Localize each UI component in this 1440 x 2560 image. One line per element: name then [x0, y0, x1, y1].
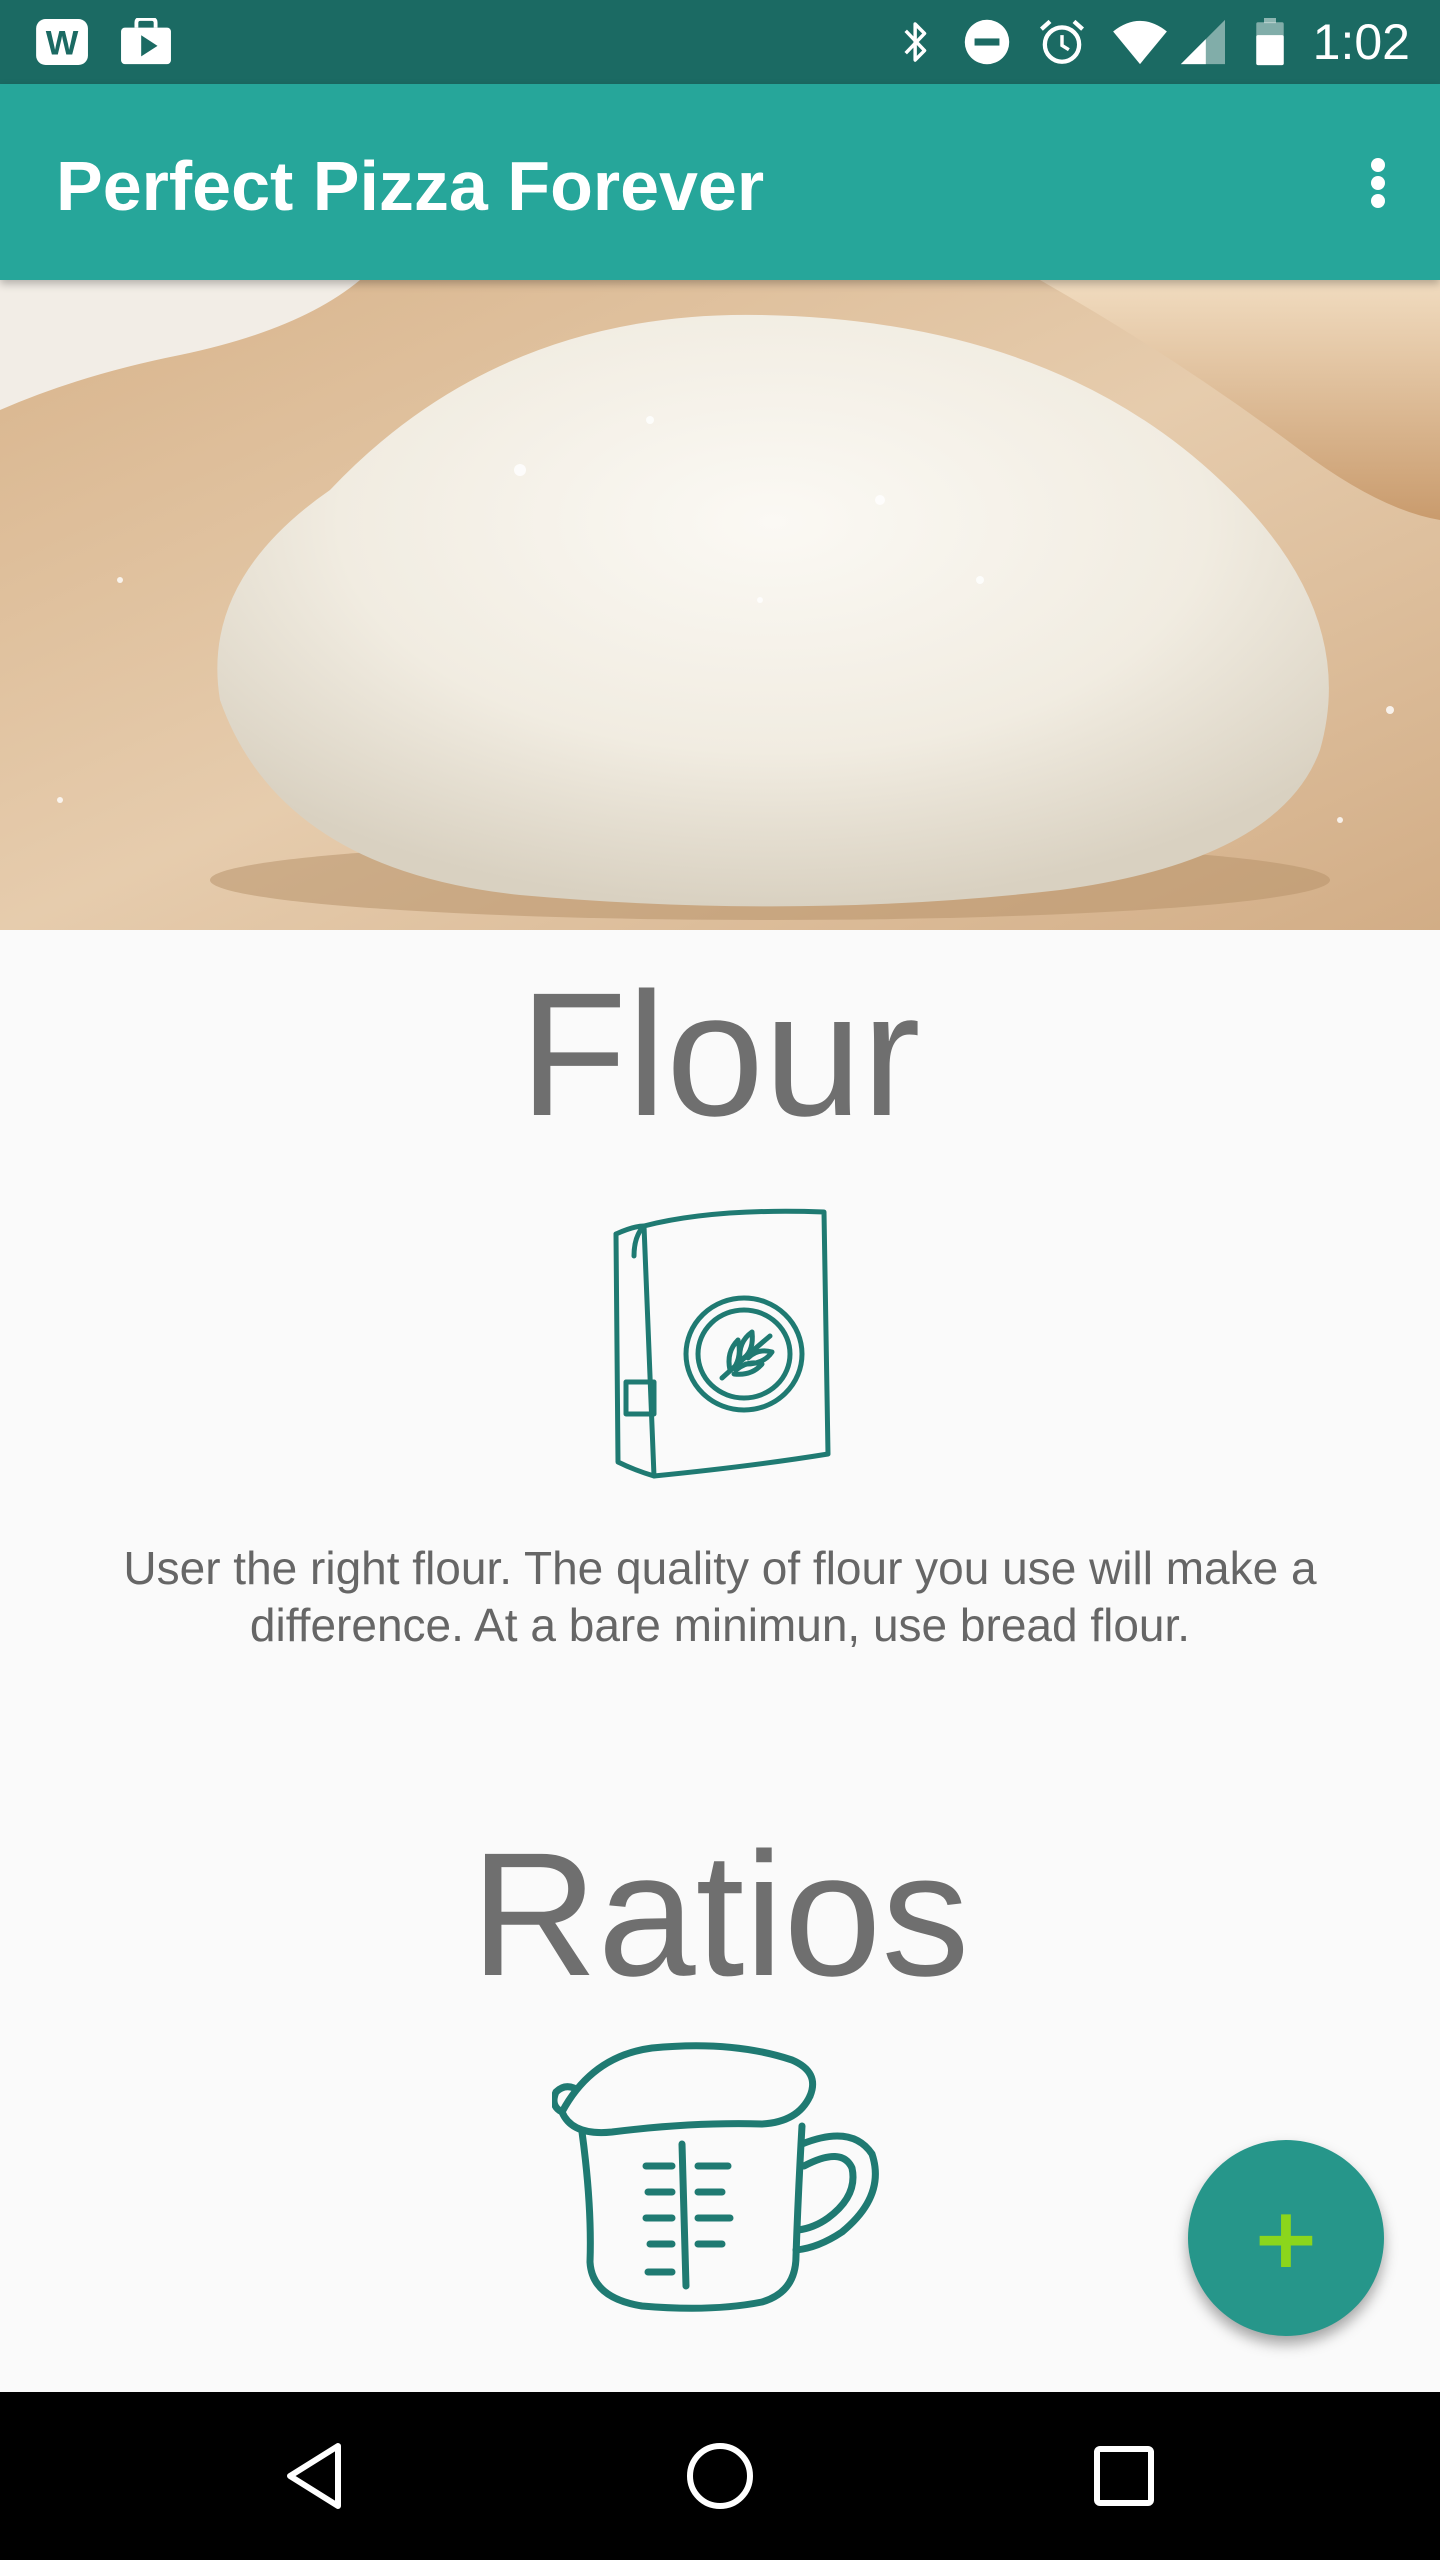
dough-illustration	[0, 280, 1440, 930]
add-icon: +	[1250, 2189, 1322, 2287]
more-vert-icon[interactable]	[1346, 142, 1410, 222]
flour-bag-icon	[613, 1208, 831, 1479]
add-button[interactable]: +	[1188, 2140, 1384, 2336]
navigation-bar	[0, 2392, 1440, 2560]
measuring-cup-icon	[552, 2042, 879, 2312]
menu-dot	[1371, 176, 1385, 190]
svg-text:W: W	[46, 24, 79, 62]
w-app-icon: W	[36, 18, 88, 66]
status-time: 1:02	[1312, 14, 1410, 70]
pizza-dough-photo	[0, 280, 1440, 930]
section-title-flour: Flour	[519, 957, 921, 1153]
home-icon[interactable]	[680, 2436, 760, 2516]
cell-signal-icon	[1180, 19, 1225, 65]
status-bar: W 1:02	[0, 0, 1440, 84]
recents-icon[interactable]	[1084, 2436, 1164, 2516]
back-icon[interactable]	[276, 2436, 356, 2516]
wifi-icon	[1113, 20, 1167, 65]
section-title-ratios: Ratios	[470, 1817, 970, 2013]
menu-dot	[1371, 194, 1385, 208]
menu-dot	[1371, 158, 1385, 172]
do-not-disturb-icon	[964, 19, 1010, 65]
section-text-flour: User the right flour. The quality of flo…	[123, 1542, 1317, 1651]
alarm-icon	[1039, 19, 1085, 64]
bluetooth-icon	[904, 22, 927, 62]
app-bar: Perfect Pizza Forever	[0, 84, 1440, 280]
screen: W 1:02 Perfect Pizza Forever Flour User …	[0, 0, 1440, 2560]
shopping-bag-play-icon	[121, 18, 171, 65]
app-title: Perfect Pizza Forever	[56, 147, 765, 225]
battery-icon	[1256, 18, 1284, 66]
